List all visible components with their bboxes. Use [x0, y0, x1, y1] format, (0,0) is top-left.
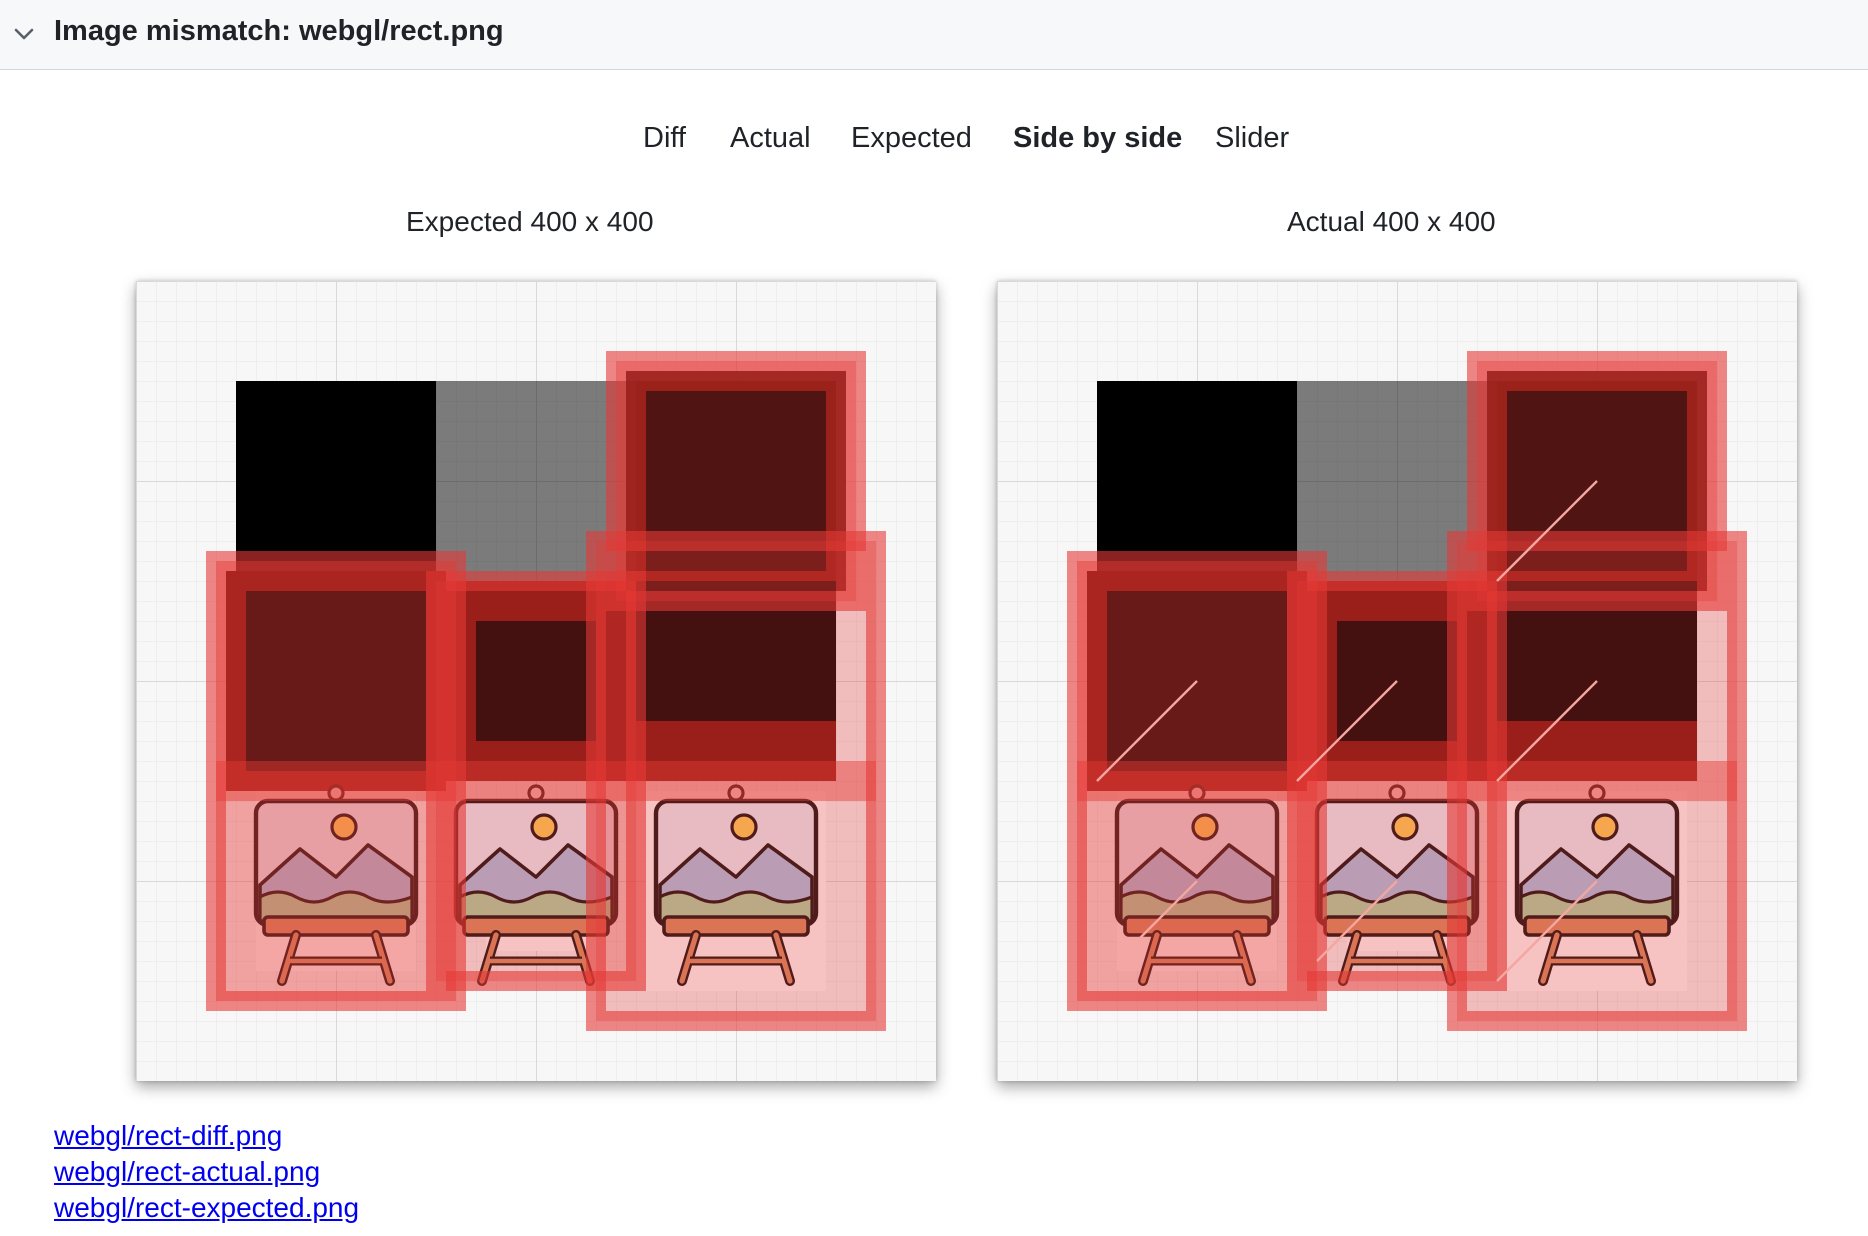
- mismatch-title: Image mismatch: webgl/rect.png: [54, 15, 504, 47]
- expected-image: [136, 281, 936, 1081]
- image-links: webgl/rect-diff.png webgl/rect-actual.pn…: [54, 1118, 359, 1226]
- expected-caption: Expected 400 x 400: [406, 206, 654, 238]
- actual-caption-size: 400 x 400: [1372, 206, 1496, 237]
- mismatch-header[interactable]: Image mismatch: webgl/rect.png: [0, 0, 1868, 70]
- actual-image-link[interactable]: webgl/rect-actual.png: [54, 1154, 359, 1190]
- chevron-down-icon[interactable]: [12, 22, 36, 46]
- expected-image-canvas: [136, 281, 936, 1081]
- expected-caption-label: Expected: [406, 206, 523, 237]
- expected-caption-size: 400 x 400: [530, 206, 654, 237]
- actual-image: [997, 281, 1797, 1081]
- view-mode-tabs: Diff Actual Expected Side by side Slider: [0, 122, 1868, 164]
- expected-image-link[interactable]: webgl/rect-expected.png: [54, 1190, 359, 1226]
- tab-expected[interactable]: Expected: [851, 122, 972, 155]
- tab-diff[interactable]: Diff: [643, 122, 686, 155]
- diff-image-link[interactable]: webgl/rect-diff.png: [54, 1118, 359, 1154]
- actual-caption-label: Actual: [1287, 206, 1365, 237]
- tab-side-by-side[interactable]: Side by side: [1013, 122, 1182, 155]
- actual-image-canvas: [997, 281, 1797, 1081]
- tab-actual[interactable]: Actual: [730, 122, 811, 155]
- actual-caption: Actual 400 x 400: [1287, 206, 1496, 238]
- tab-slider[interactable]: Slider: [1215, 122, 1289, 155]
